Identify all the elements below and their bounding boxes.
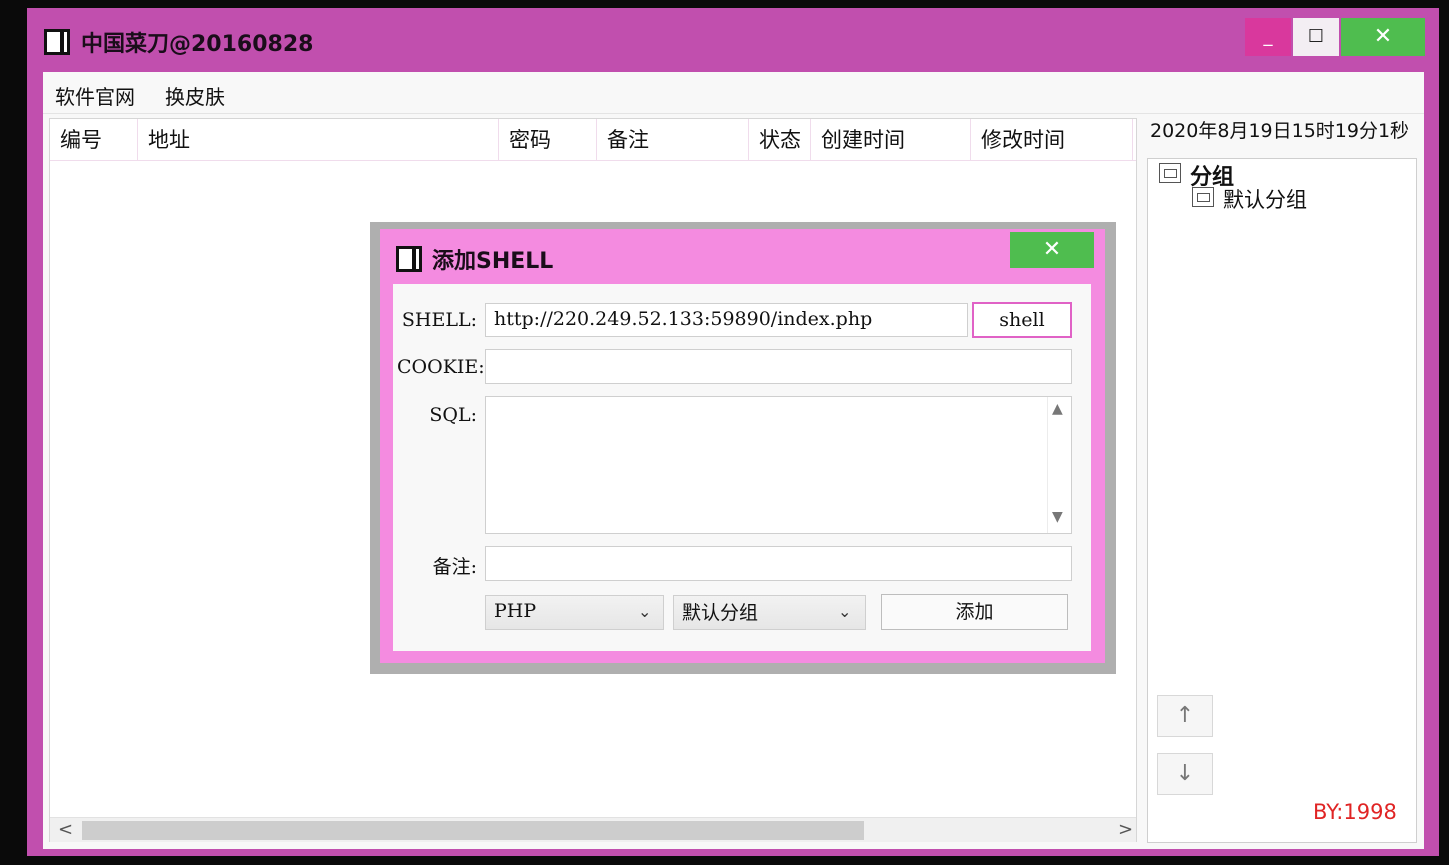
- menu-bar: 软件官网 换皮肤: [43, 72, 1424, 114]
- column-created[interactable]: 创建时间: [811, 119, 971, 161]
- dialog-body: SHELL: http://220.249.52.133:59890/index…: [393, 284, 1091, 651]
- note-label: 备注:: [432, 556, 477, 578]
- datetime-display: 2020年8月19日15时19分1秒: [1150, 120, 1410, 142]
- shell-label: SHELL:: [401, 309, 477, 331]
- scroll-right-arrow[interactable]: >: [1118, 819, 1133, 840]
- chevron-down-icon: ⌄: [838, 602, 852, 621]
- note-input[interactable]: [485, 546, 1072, 581]
- column-status[interactable]: 状态: [749, 119, 811, 161]
- window-icon: [44, 29, 70, 55]
- tree-node-icon: [1159, 163, 1181, 183]
- tree-item-default-group[interactable]: 默认分组: [1223, 184, 1307, 214]
- minimize-button[interactable]: _: [1245, 18, 1291, 56]
- window-icon: [396, 246, 422, 272]
- group-select[interactable]: 默认分组 ⌄: [673, 595, 866, 630]
- chevron-down-icon: ⌄: [638, 602, 652, 621]
- cookie-input[interactable]: [485, 349, 1072, 384]
- column-address[interactable]: 地址: [138, 119, 499, 161]
- column-note[interactable]: 备注: [597, 119, 749, 161]
- scroll-down-icon[interactable]: ▼: [1052, 509, 1063, 525]
- column-id[interactable]: 编号: [50, 119, 138, 161]
- script-type-value: PHP: [494, 600, 537, 622]
- move-down-button[interactable]: ↓: [1157, 753, 1213, 795]
- column-modified[interactable]: 修改时间: [971, 119, 1133, 161]
- scroll-up-icon[interactable]: ▲: [1052, 401, 1063, 417]
- sql-textarea[interactable]: ▲ ▼: [485, 396, 1072, 534]
- sql-vertical-scrollbar[interactable]: ▲ ▼: [1047, 397, 1071, 533]
- scroll-left-arrow[interactable]: <: [58, 819, 73, 840]
- tree-node-icon: [1192, 187, 1214, 207]
- group-select-value: 默认分组: [682, 602, 759, 624]
- cookie-label: COOKIE:: [397, 356, 485, 378]
- author-credit: BY:1998: [1313, 800, 1397, 824]
- script-type-select[interactable]: PHP ⌄: [485, 595, 664, 630]
- scroll-thumb[interactable]: [82, 821, 864, 840]
- move-up-button[interactable]: ↑: [1157, 695, 1213, 737]
- group-tree[interactable]: 分组 默认分组: [1147, 158, 1417, 843]
- column-password[interactable]: 密码: [499, 119, 597, 161]
- dialog-close-button[interactable]: ✕: [1010, 232, 1094, 268]
- close-button[interactable]: ✕: [1341, 18, 1425, 56]
- shell-button[interactable]: shell: [972, 302, 1072, 338]
- maximize-button[interactable]: ☐: [1293, 18, 1339, 56]
- horizontal-scrollbar[interactable]: < >: [50, 817, 1136, 842]
- menu-item-official-site[interactable]: 软件官网: [55, 81, 135, 110]
- menu-item-skin[interactable]: 换皮肤: [165, 81, 225, 110]
- title-bar[interactable]: 中国菜刀@20160828 _ ☐ ✕: [27, 8, 1439, 72]
- shell-url-input[interactable]: http://220.249.52.133:59890/index.php: [485, 303, 968, 337]
- add-shell-dialog: 添加SHELL ✕ SHELL: http://220.249.52.133:5…: [380, 229, 1105, 663]
- add-button[interactable]: 添加: [881, 594, 1068, 630]
- window-title: 中国菜刀@20160828: [81, 32, 314, 57]
- dialog-title: 添加SHELL: [432, 249, 554, 274]
- list-header: 编号 地址 密码 备注 状态 创建时间 修改时间: [50, 119, 1136, 161]
- sql-label: SQL:: [429, 404, 477, 426]
